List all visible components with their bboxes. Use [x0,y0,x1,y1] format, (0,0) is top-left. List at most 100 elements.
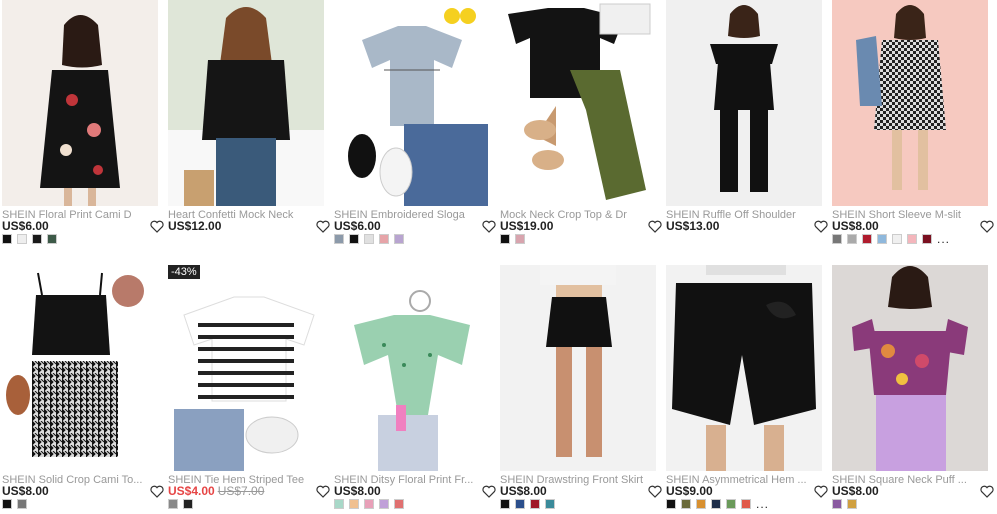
color-swatch[interactable] [711,499,721,509]
color-swatch[interactable] [183,499,193,509]
product-image[interactable] [334,0,490,206]
color-swatch[interactable] [379,499,389,509]
color-swatch[interactable] [500,234,510,244]
color-swatch[interactable] [696,499,706,509]
wishlist-heart-icon[interactable] [814,220,828,234]
wishlist-heart-icon[interactable] [316,485,330,499]
product-price: US$4.00 US$7.00 [168,485,264,498]
color-swatch[interactable] [17,234,27,244]
color-swatch[interactable] [892,234,902,244]
product-card[interactable]: SHEIN Solid Crop Cami To... US$8.00 [2,265,164,509]
color-swatch[interactable] [847,234,857,244]
product-price: US$8.00 [2,484,49,498]
wishlist-heart-icon[interactable] [814,485,828,499]
product-price: US$8.00 [832,484,879,498]
color-swatch[interactable] [364,499,374,509]
product-card[interactable]: Mock Neck Crop Top & Dr US$19.00 [500,0,662,244]
color-swatch[interactable] [364,234,374,244]
color-swatch[interactable] [32,234,42,244]
color-swatch[interactable] [847,499,857,509]
product-image-graphic [2,265,158,471]
product-image-graphic [334,0,490,206]
more-colors-icon[interactable]: ... [756,498,769,510]
color-swatch[interactable] [832,499,842,509]
color-swatch[interactable] [862,234,872,244]
color-swatch[interactable] [922,234,932,244]
product-image[interactable] [168,0,324,206]
color-swatch[interactable] [681,499,691,509]
color-swatch[interactable] [500,499,510,509]
color-swatch[interactable] [741,499,751,509]
product-image-graphic [168,265,324,471]
color-swatch[interactable] [334,499,344,509]
product-image[interactable]: -43% [168,265,324,471]
product-price: US$6.00 [334,219,381,233]
color-swatch[interactable] [666,499,676,509]
wishlist-heart-icon[interactable] [482,220,496,234]
product-image-graphic [666,265,822,471]
product-image[interactable] [500,265,656,471]
product-card[interactable]: SHEIN Square Neck Puff ... US$8.00 [832,265,994,509]
color-swatches [2,499,27,509]
product-card[interactable]: Heart Confetti Mock Neck US$12.00 [168,0,330,233]
product-image[interactable] [832,0,988,206]
wishlist-heart-icon[interactable] [980,485,994,499]
product-image-graphic [832,265,988,471]
product-image[interactable] [666,265,822,471]
product-image-graphic [168,0,324,206]
product-card[interactable]: SHEIN Ditsy Floral Print Fr... US$8.00 [334,265,496,509]
product-image[interactable] [2,0,158,206]
more-colors-icon[interactable]: ... [937,233,950,245]
color-swatch[interactable] [168,499,178,509]
color-swatches [168,499,193,509]
color-swatch[interactable] [832,234,842,244]
color-swatches [500,234,525,244]
sale-price: US$4.00 [168,484,215,498]
color-swatch[interactable] [334,234,344,244]
color-swatch[interactable] [2,499,12,509]
color-swatch[interactable] [515,234,525,244]
wishlist-heart-icon[interactable] [980,220,994,234]
color-swatch[interactable] [17,499,27,509]
product-card[interactable]: SHEIN Drawstring Front Skirt US$8.00 [500,265,662,509]
color-swatch[interactable] [530,499,540,509]
color-swatch[interactable] [907,234,917,244]
color-swatches [832,499,857,509]
product-price: US$8.00 [500,484,547,498]
color-swatches [334,499,404,509]
color-swatch[interactable] [47,234,57,244]
color-swatch[interactable] [379,234,389,244]
color-swatches [334,234,404,244]
product-image[interactable] [832,265,988,471]
product-card[interactable]: SHEIN Short Sleeve M-slit US$8.00... [832,0,994,245]
product-card[interactable]: -43% SHEIN Tie Hem Striped Tee US$4.00 US$7… [168,265,330,509]
product-image[interactable] [500,0,656,206]
product-card[interactable]: SHEIN Asymmetrical Hem ... US$9.00... [666,265,828,510]
color-swatch[interactable] [394,499,404,509]
wishlist-heart-icon[interactable] [316,220,330,234]
wishlist-heart-icon[interactable] [482,485,496,499]
color-swatch[interactable] [545,499,555,509]
color-swatch[interactable] [349,499,359,509]
color-swatch[interactable] [2,234,12,244]
wishlist-heart-icon[interactable] [150,220,164,234]
original-price: US$7.00 [217,484,265,498]
product-card[interactable]: SHEIN Floral Print Cami D US$6.00 [2,0,164,244]
product-image-graphic [500,0,656,206]
color-swatch[interactable] [515,499,525,509]
product-card[interactable]: SHEIN Embroidered Sloga US$6.00 [334,0,496,244]
color-swatch[interactable] [349,234,359,244]
product-image-graphic [2,0,158,206]
wishlist-heart-icon[interactable] [648,485,662,499]
product-price: US$8.00 [334,484,381,498]
color-swatches [2,234,57,244]
product-image[interactable] [666,0,822,206]
color-swatch[interactable] [877,234,887,244]
color-swatch[interactable] [726,499,736,509]
product-image[interactable] [334,265,490,471]
product-card[interactable]: SHEIN Ruffle Off Shoulder US$13.00 [666,0,828,233]
wishlist-heart-icon[interactable] [150,485,164,499]
product-image[interactable] [2,265,158,471]
color-swatch[interactable] [394,234,404,244]
wishlist-heart-icon[interactable] [648,220,662,234]
